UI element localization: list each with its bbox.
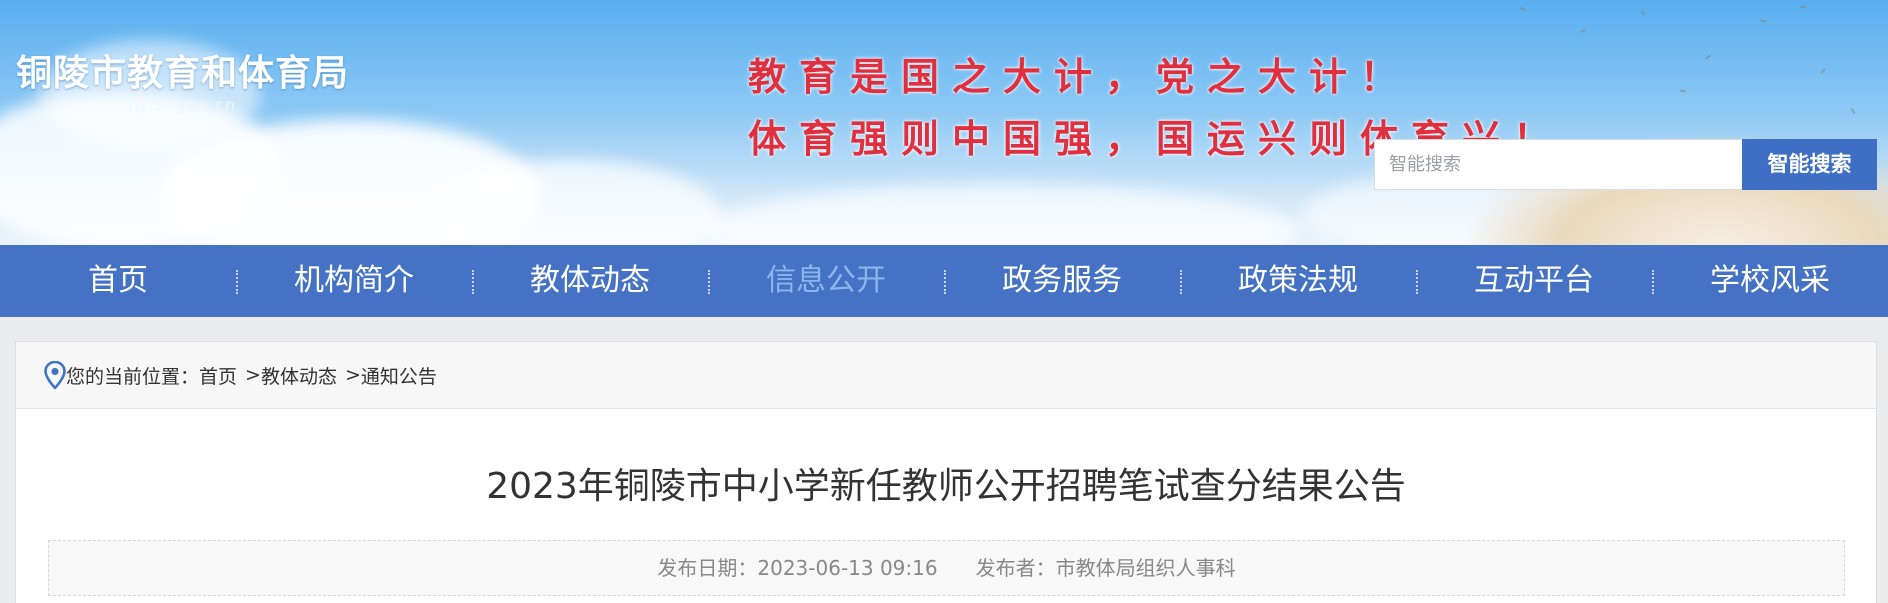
header-banner: 铜陵市教育和体育局 jtj.tl.gov.cn 教育是国之大计，党之大计！ 体育… (0, 0, 1888, 245)
article-meta: 发布日期：2023-06-13 09:16 发布者：市教体局组织人事科 (48, 540, 1845, 596)
cloud-decoration (700, 185, 1300, 245)
publisher: 发布者：市教体局组织人事科 (975, 556, 1236, 580)
content-panel: 您的当前位置： 首页 > 教体动态 > 通知公告 2023年铜陵市中小学新任教师… (15, 341, 1877, 603)
article-title: 2023年铜陵市中小学新任教师公开招聘笔试查分结果公告 (486, 466, 1406, 507)
site-title[interactable]: 铜陵市教育和体育局 (16, 44, 349, 96)
publish-date: 发布日期：2023-06-13 09:16 (657, 556, 938, 580)
nav-item-home[interactable]: 首页 (0, 245, 236, 317)
search-input[interactable]: 智能搜索 (1374, 139, 1742, 190)
nav-item-about[interactable]: 机构简介 (236, 245, 472, 317)
site-domain: jtj.tl.gov.cn (128, 96, 237, 114)
dandelion-seed (1679, 89, 1687, 93)
dandelion-seed (1640, 10, 1646, 16)
main-nav: 首页 机构简介 教体动态 信息公开 政务服务 政策法规 互动平台 学校风采 (0, 245, 1888, 317)
breadcrumb: 您的当前位置： 首页 > 教体动态 > 通知公告 (16, 342, 1876, 409)
dandelion-seed (1850, 107, 1856, 115)
dandelion-seed (1799, 5, 1807, 9)
nav-item-interaction[interactable]: 互动平台 (1416, 245, 1652, 317)
breadcrumb-item-home[interactable]: 首页 (199, 362, 237, 389)
breadcrumb-separator: > (344, 364, 361, 386)
location-pin-icon (44, 360, 66, 390)
dandelion-seed (1704, 54, 1712, 60)
dandelion-seed (1759, 19, 1767, 23)
dandelion-seed (1579, 29, 1587, 33)
slogan-line-1: 教育是国之大计，党之大计！ (748, 54, 1412, 99)
breadcrumb-separator: > (245, 364, 261, 386)
dandelion-seed (1519, 6, 1527, 12)
breadcrumb-item-news[interactable]: 教体动态 (261, 362, 337, 389)
nav-item-news[interactable]: 教体动态 (472, 245, 708, 317)
breadcrumb-item-notices[interactable]: 通知公告 (361, 362, 437, 389)
nav-item-policy[interactable]: 政策法规 (1180, 245, 1416, 317)
search-button[interactable]: 智能搜索 (1742, 139, 1877, 190)
breadcrumb-prefix: 您的当前位置： (66, 365, 200, 388)
nav-item-info-public[interactable]: 信息公开 (708, 245, 944, 317)
dandelion-seed (1820, 68, 1826, 74)
nav-item-schools[interactable]: 学校风采 (1652, 245, 1888, 317)
nav-item-gov-services[interactable]: 政务服务 (944, 245, 1180, 317)
